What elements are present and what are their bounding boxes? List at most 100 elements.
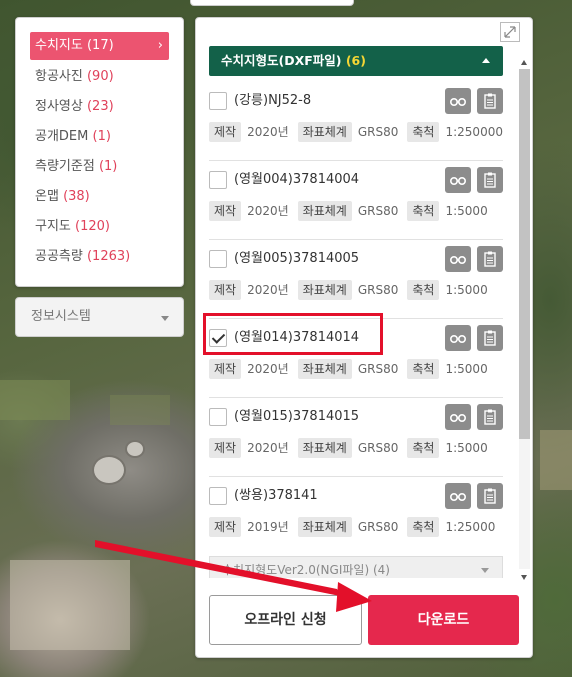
glasses-icon xyxy=(449,177,467,186)
info-button[interactable] xyxy=(477,88,503,114)
category-item-public-survey[interactable]: 공공측량 (1263) xyxy=(30,242,169,272)
scroll-down-icon[interactable] xyxy=(521,575,527,580)
category-item-public-dem[interactable]: 공개DEM (1) xyxy=(30,122,169,152)
file-checkbox[interactable] xyxy=(209,250,227,268)
meta-year: 2020년 xyxy=(247,125,289,139)
category-panel: 수치지도 (17) › 항공사진 (90) 정사영상 (23) 공개DEM (1… xyxy=(15,17,184,287)
preview-button[interactable] xyxy=(445,167,471,193)
offline-request-button[interactable]: 오프라인 신청 xyxy=(209,595,362,645)
meta-year: 2020년 xyxy=(247,204,289,218)
meta-scale: 1:250000 xyxy=(445,125,503,139)
glasses-icon xyxy=(449,335,467,344)
file-name: (쌍용)378141 xyxy=(234,488,318,503)
section-header-dxf[interactable]: 수치지형도(DXF파일) (6) xyxy=(209,46,503,76)
file-item: (쌍용)378141 제작 2019년 좌표체계 GRS80 축척 1:25000 xyxy=(209,477,503,556)
file-list-scroll-area[interactable]: 수치지형도(DXF파일) (6) (강릉)NJ52-8 제작 2020년 좌표체계 G… xyxy=(196,18,516,578)
category-label: 측량기준점 xyxy=(35,159,95,174)
meta-crs: GRS80 xyxy=(357,520,399,534)
category-item-ortho-image[interactable]: 정사영상 (23) xyxy=(30,92,169,122)
category-item-aerial-photo[interactable]: 항공사진 (90) xyxy=(30,62,169,92)
file-checkbox[interactable] xyxy=(209,408,227,426)
meta-year: 2020년 xyxy=(247,362,289,376)
file-name: (영월004)37814004 xyxy=(234,172,360,187)
section2-title: 수치지형도Ver2.0(NGI파일) (4) xyxy=(222,563,390,577)
meta-key-scale: 축척 xyxy=(407,517,440,537)
scroll-thumb[interactable] xyxy=(519,69,530,439)
meta-key-made: 제작 xyxy=(209,438,242,458)
preview-button[interactable] xyxy=(445,246,471,272)
file-name: (영월015)37814015 xyxy=(234,409,360,424)
clipboard-icon xyxy=(484,409,496,425)
meta-key-made: 제작 xyxy=(209,122,242,142)
meta-key-made: 제작 xyxy=(209,359,242,379)
category-label: 온맵 xyxy=(35,189,59,204)
file-item: (영월004)37814004 제작 2020년 좌표체계 GRS80 축척 1:5000 xyxy=(209,161,503,240)
top-panel-edge xyxy=(190,0,354,6)
meta-key-scale: 축척 xyxy=(407,359,440,379)
meta-key-crs: 좌표체계 xyxy=(297,517,352,537)
meta-key-made: 제작 xyxy=(209,280,242,300)
meta-key-scale: 축척 xyxy=(407,438,440,458)
meta-scale: 1:5000 xyxy=(445,362,488,376)
category-item-onmap[interactable]: 온맵 (38) xyxy=(30,182,169,212)
category-item-old-map[interactable]: 구지도 (120) xyxy=(30,212,169,242)
file-checkbox[interactable] xyxy=(209,171,227,189)
clipboard-icon xyxy=(484,488,496,504)
file-checkbox[interactable] xyxy=(209,92,227,110)
file-checkbox[interactable] xyxy=(209,487,227,505)
meta-key-crs: 좌표체계 xyxy=(297,280,352,300)
category-item-control-point[interactable]: 측량기준점 (1) xyxy=(30,152,169,182)
info-button[interactable] xyxy=(477,325,503,351)
scroll-up-icon[interactable] xyxy=(521,60,527,65)
info-button[interactable] xyxy=(477,483,503,509)
category-item-digital-map[interactable]: 수치지도 (17) › xyxy=(30,32,169,60)
category-label: 공공측량 xyxy=(35,249,83,264)
clipboard-icon xyxy=(484,93,496,109)
preview-button[interactable] xyxy=(445,325,471,351)
file-meta: 제작 2020년 좌표체계 GRS80 축척 1:5000 xyxy=(209,201,497,221)
category-count: (1263) xyxy=(86,249,131,264)
info-system-label: 정보시스템 xyxy=(31,309,91,324)
category-count: (120) xyxy=(75,219,110,234)
file-meta: 제작 2020년 좌표체계 GRS80 축척 1:5000 xyxy=(209,280,497,300)
file-item: (영월005)37814005 제작 2020년 좌표체계 GRS80 축척 1:5000 xyxy=(209,240,503,319)
meta-scale: 1:5000 xyxy=(445,283,488,297)
meta-key-crs: 좌표체계 xyxy=(297,201,352,221)
category-label: 수치지도 xyxy=(35,38,83,53)
meta-year: 2020년 xyxy=(247,441,289,455)
scrollbar[interactable] xyxy=(519,60,530,580)
meta-crs: GRS80 xyxy=(357,441,399,455)
caret-down-icon xyxy=(481,568,489,573)
meta-crs: GRS80 xyxy=(357,204,399,218)
file-meta: 제작 2019년 좌표체계 GRS80 축척 1:25000 xyxy=(209,517,504,537)
info-button[interactable] xyxy=(477,167,503,193)
info-button[interactable] xyxy=(477,246,503,272)
glasses-icon xyxy=(449,414,467,423)
download-button[interactable]: 다운로드 xyxy=(368,595,519,645)
section-count: (6) xyxy=(345,53,366,68)
info-button[interactable] xyxy=(477,404,503,430)
section-header-ngi[interactable]: 수치지형도Ver2.0(NGI파일) (4) xyxy=(209,556,503,578)
meta-crs: GRS80 xyxy=(357,283,399,297)
meta-year: 2019년 xyxy=(247,520,289,534)
file-meta: 제작 2020년 좌표체계 GRS80 축척 1:5000 xyxy=(209,438,497,458)
meta-scale: 1:25000 xyxy=(445,520,496,534)
caret-up-icon xyxy=(482,58,490,63)
file-meta: 제작 2020년 좌표체계 GRS80 축척 1:250000 xyxy=(209,122,512,142)
preview-button[interactable] xyxy=(445,404,471,430)
glasses-icon xyxy=(449,256,467,265)
preview-button[interactable] xyxy=(445,483,471,509)
meta-key-made: 제작 xyxy=(209,517,242,537)
caret-down-icon xyxy=(161,316,169,321)
glasses-icon xyxy=(449,493,467,502)
file-item: (영월015)37814015 제작 2020년 좌표체계 GRS80 축척 1:5000 xyxy=(209,398,503,477)
meta-key-scale: 축척 xyxy=(407,201,440,221)
meta-key-crs: 좌표체계 xyxy=(297,438,352,458)
preview-button[interactable] xyxy=(445,88,471,114)
category-count: (23) xyxy=(86,99,114,114)
clipboard-icon xyxy=(484,330,496,346)
meta-key-crs: 좌표체계 xyxy=(297,122,352,142)
info-system-dropdown[interactable]: 정보시스템 xyxy=(15,297,184,337)
file-meta: 제작 2020년 좌표체계 GRS80 축척 1:5000 xyxy=(209,359,497,379)
clipboard-icon xyxy=(484,251,496,267)
